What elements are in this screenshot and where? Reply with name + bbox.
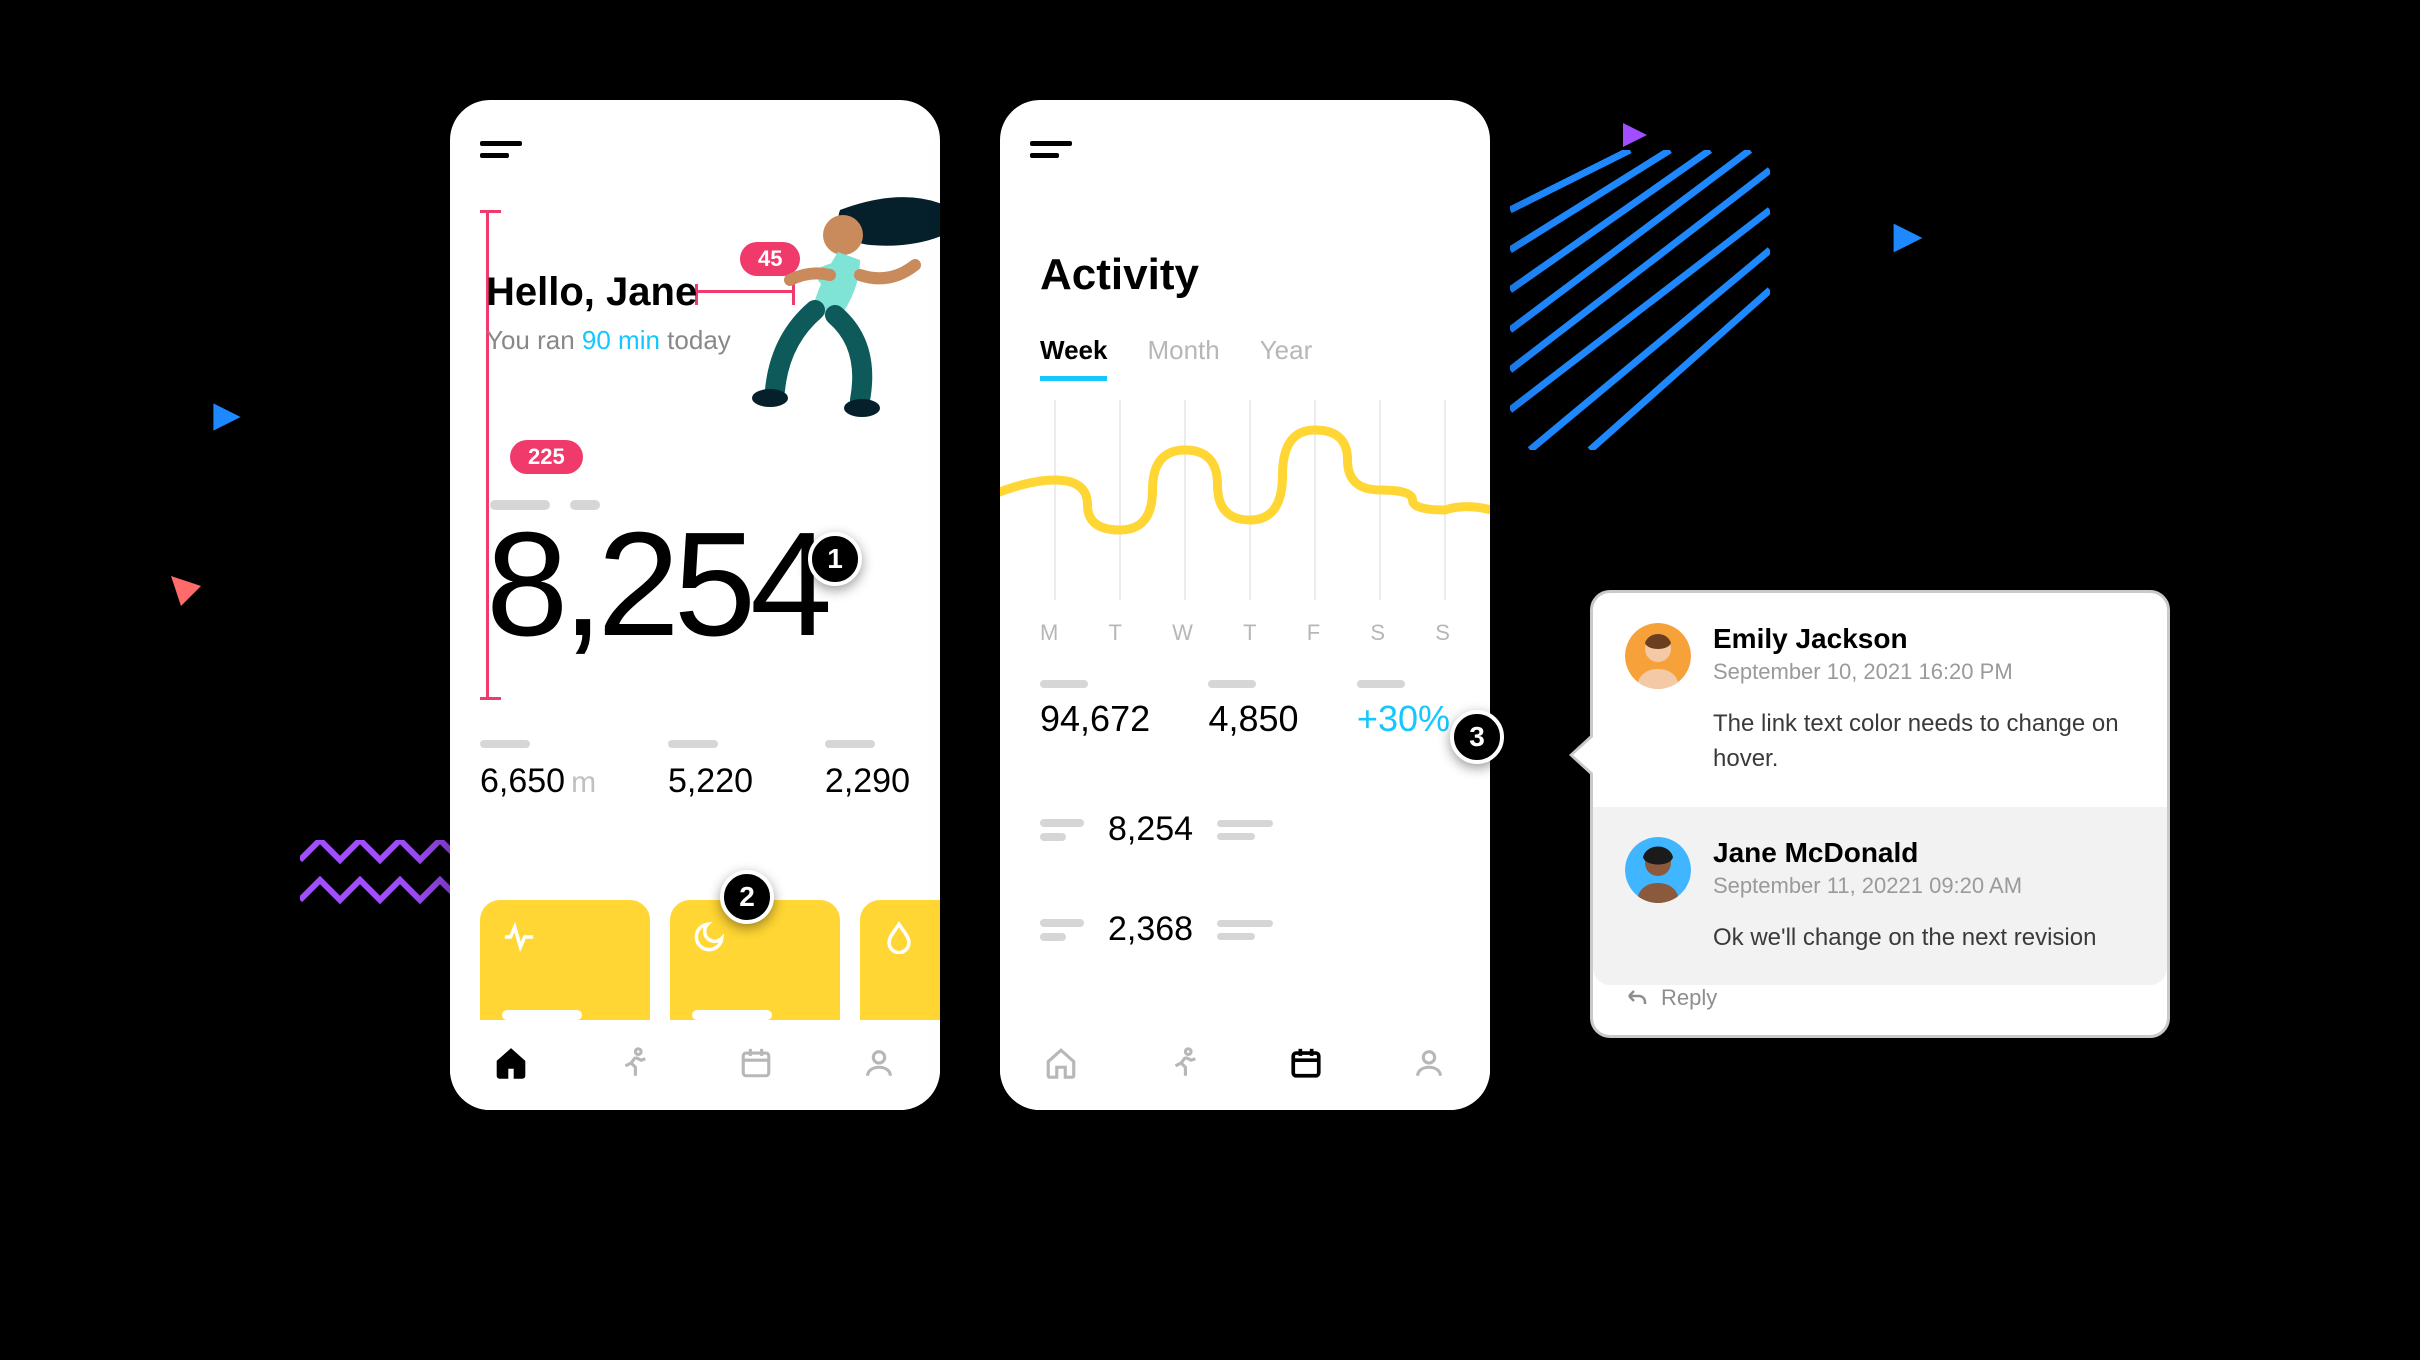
page-title: Activity (1040, 250, 1199, 300)
stat-item: 2,290 (825, 740, 910, 801)
decor-triangle-blue-2 (1890, 220, 1926, 256)
decor-triangle-pink (165, 570, 205, 610)
stat-item: 5,220 (668, 740, 753, 801)
reply-label: Reply (1661, 985, 1717, 1011)
comment-body: Ok we'll change on the next revision (1713, 921, 2096, 956)
annotation-badge-225: 225 (510, 440, 583, 474)
tab-run[interactable] (617, 1046, 651, 1085)
comment-item: Jane McDonald September 11, 20221 09:20 … (1593, 807, 2167, 986)
comment-item: Emily Jackson September 10, 2021 16:20 P… (1593, 593, 2167, 807)
home-icon (494, 1046, 528, 1080)
run-summary: You ran 90 min today (486, 325, 731, 356)
annotation-marker-2[interactable]: 2 (720, 870, 774, 924)
speech-arrow (1569, 733, 1593, 777)
tab-profile[interactable] (1412, 1046, 1446, 1085)
tab-profile[interactable] (862, 1046, 896, 1085)
day-labels: M T W T F S S (1040, 620, 1450, 646)
phone-home-screen: 45 225 Hello, Jane You ran 90 min today … (450, 100, 940, 1110)
greeting-name: Jane (606, 270, 697, 314)
stat-distance: 6,650m (480, 740, 596, 801)
range-tabs: Week Month Year (1040, 335, 1312, 381)
comment-date: September 11, 20221 09:20 AM (1713, 873, 2096, 899)
decor-triangle-blue (210, 400, 244, 434)
droplet-icon (882, 920, 916, 954)
comment-date: September 10, 2021 16:20 PM (1713, 659, 2135, 685)
calendar-icon (739, 1046, 773, 1080)
heartbeat-icon (502, 920, 536, 954)
bottom-tabbar (450, 1020, 940, 1110)
reply-icon (1625, 986, 1649, 1010)
tab-week[interactable]: Week (1040, 335, 1107, 381)
user-icon (862, 1046, 896, 1080)
tab-run[interactable] (1167, 1046, 1201, 1085)
summary-avg: 4,850 (1208, 680, 1298, 740)
comment-panel: Emily Jackson September 10, 2021 16:20 P… (1590, 590, 2170, 1038)
greeting-prefix: Hello, (486, 270, 606, 314)
step-count: 8,254 (486, 500, 826, 670)
tab-year[interactable]: Year (1260, 335, 1313, 381)
annotation-marker-3[interactable]: 3 (1450, 710, 1504, 764)
activity-summary: 94,672 4,850 +30% (1040, 680, 1450, 740)
list-row: 8,254 (1040, 810, 1273, 849)
summary-total: 94,672 (1040, 680, 1150, 740)
phone-activity-screen: Activity Week Month Year M T W T F S S 9… (1000, 100, 1490, 1110)
tab-calendar[interactable] (739, 1046, 773, 1085)
comment-author: Jane McDonald (1713, 837, 2096, 869)
activity-chart (1000, 390, 1490, 620)
calendar-icon (1289, 1046, 1323, 1080)
user-icon (1412, 1046, 1446, 1080)
summary-change: +30% (1357, 680, 1450, 740)
annotation-marker-1[interactable]: 1 (808, 532, 862, 586)
run-icon (617, 1046, 651, 1080)
run-icon (1167, 1046, 1201, 1080)
tab-calendar[interactable] (1289, 1046, 1323, 1085)
menu-icon[interactable] (480, 134, 522, 165)
tab-month[interactable]: Month (1147, 335, 1219, 381)
run-duration: 90 min (582, 325, 660, 355)
menu-icon[interactable] (1030, 134, 1072, 165)
decor-diagonal-stripes (1510, 150, 1770, 450)
comment-body: The link text color needs to change on h… (1713, 707, 2135, 777)
comment-author: Emily Jackson (1713, 623, 2135, 655)
bottom-tabbar (1000, 1020, 1490, 1110)
decor-triangle-purple (1620, 120, 1650, 150)
reply-button[interactable]: Reply (1593, 985, 2167, 1035)
avatar (1625, 837, 1691, 903)
stats-row: 6,650m 5,220 2,290 (480, 740, 910, 801)
runner-illustration (720, 190, 940, 450)
avatar (1625, 623, 1691, 689)
greeting: Hello, Jane (486, 270, 697, 315)
tab-home[interactable] (494, 1046, 528, 1085)
list-row: 2,368 (1040, 910, 1273, 949)
home-icon (1044, 1046, 1078, 1080)
moon-icon (692, 920, 726, 954)
tab-home[interactable] (1044, 1046, 1078, 1085)
